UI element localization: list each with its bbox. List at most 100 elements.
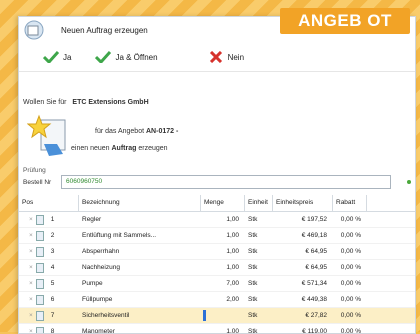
menge-cell: 7,00 [201,276,245,291]
document-icon [36,215,44,225]
prompt-prefix: Wollen Sie für [23,99,66,106]
table-row[interactable]: ×1Regler1,00Stk€ 197,520,00 % [19,212,415,228]
pos-cell: ×1 [19,212,79,227]
document-icon [36,263,44,273]
remove-icon[interactable]: × [29,276,33,291]
prompt-customer-line: Wollen Sie für ETC Extensions GmbH [23,99,149,106]
status-dot [407,180,411,184]
rabatt-cell: 0,00 % [333,308,367,323]
menge-cell: 1,00 [201,324,245,334]
app-icon [23,20,45,40]
bezeichnung-cell: Entlüftung mit Sammels... [79,228,201,243]
ja-oeffnen-label: Ja & Öffnen [115,53,157,62]
ja-oeffnen-button[interactable]: Ja & Öffnen [95,51,157,63]
nein-button[interactable]: Nein [208,51,244,63]
table-row[interactable]: ×5Pumpe7,00Stk€ 571,340,00 % [19,276,415,292]
bestell-label: Bestell Nr [23,179,51,186]
close-icon [208,51,224,63]
table-row[interactable]: ×7Sicherheitsventil Stk€ 27,820,00 % [19,308,415,324]
auftrag-prefix: einen neuen [71,145,110,152]
einheitspreis-cell: € 469,18 [273,228,333,243]
remove-icon[interactable]: × [29,292,33,307]
pos-cell: ×3 [19,244,79,259]
bezeichnung-cell: Sicherheitsventil [79,308,201,323]
bezeichnung-cell: Füllpumpe [79,292,201,307]
einheitspreis-cell: € 27,82 [273,308,333,323]
table-row[interactable]: ×3Absperrhahn1,00Stk€ 64,950,00 % [19,244,415,260]
pruefung-label: Prüfung [23,167,46,174]
document-icon [36,295,44,305]
col-einheit[interactable]: Einheit [245,195,273,211]
positions-table: Pos Bezeichnung Menge Einheit Einheitspr… [19,195,415,334]
auftrag-suffix: erzeugen [138,145,167,152]
remove-icon[interactable]: × [29,212,33,227]
col-menge[interactable]: Menge [201,195,245,211]
bezeichnung-cell: Pumpe [79,276,201,291]
document-icon [36,311,44,321]
table-row[interactable]: × 4 Nachheizung1,00Stk€ 64,950,00 % [19,260,415,276]
table-header: Pos Bezeichnung Menge Einheit Einheitspr… [19,195,415,212]
check-icon [43,51,59,63]
remove-icon[interactable]: × [29,244,33,259]
rabatt-cell: 0,00 % [333,292,367,307]
menge-cell: 2,00 [201,292,245,307]
bezeichnung-cell: Nachheizung [79,260,201,275]
angebot-badge: ANGEB OT [280,8,410,34]
einheitspreis-cell: € 64,95 [273,260,333,275]
auftrag-word: Auftrag [112,145,137,152]
remove-icon[interactable]: × [29,260,33,275]
einheit-cell: Stk [245,228,273,243]
document-icon [36,279,44,289]
customer-name: ETC Extensions GmbH [72,99,148,106]
menge-cell: 1,00 [201,212,245,227]
rabatt-cell: 0,00 % [333,260,367,275]
pos-number: 1 [51,212,55,227]
einheit-cell: Stk [245,260,273,275]
einheitspreis-cell: € 571,34 [273,276,333,291]
bestell-nr-input[interactable]: 6060960750 [61,175,391,189]
rabatt-cell: 0,00 % [333,276,367,291]
nein-label: Nein [228,53,244,62]
remove-icon[interactable]: × [29,228,33,243]
remove-icon[interactable]: × [29,324,33,334]
einheit-cell: Stk [245,212,273,227]
dialog-window: Neuen Auftrag erzeugen Ja Ja & Öffnen Ne… [18,16,416,334]
col-rabatt[interactable]: Rabatt [333,195,367,211]
menge-cell: 1,00 [201,228,245,243]
angebot-line: für das Angebot AN-0172 - [95,128,178,135]
bezeichnung-cell: Absperrhahn [79,244,201,259]
text-caret [203,310,206,321]
pos-cell: ×2 [19,228,79,243]
einheitspreis-cell: € 64,95 [273,244,333,259]
pos-number: 4 [51,260,55,275]
menge-cell: 1,00 [201,244,245,259]
pos-number: 3 [51,244,55,259]
bezeichnung-cell: Regler [79,212,201,227]
pos-cell: ×8 [19,324,79,334]
einheit-cell: Stk [245,308,273,323]
rabatt-cell: 0,00 % [333,228,367,243]
menge-input[interactable] [201,308,245,323]
pos-number: 6 [51,292,55,307]
pos-cell: ×7 [19,308,79,323]
window-title: Neuen Auftrag erzeugen [61,26,148,35]
menge-cell: 1,00 [201,260,245,275]
rabatt-cell: 0,00 % [333,212,367,227]
toolbar: Ja Ja & Öffnen Nein [19,43,415,72]
ja-button[interactable]: Ja [43,51,71,63]
table-row[interactable]: ×6Füllpumpe2,00Stk€ 449,380,00 % [19,292,415,308]
col-bezeichnung[interactable]: Bezeichnung [79,195,201,211]
remove-icon[interactable]: × [29,308,33,323]
col-pos[interactable]: Pos [19,195,79,211]
angebot-number: AN-0172 - [146,128,178,135]
einheit-cell: Stk [245,324,273,334]
check-icon [95,51,111,63]
table-row[interactable]: ×8Manometer1,00Stk€ 119,000,00 % [19,324,415,334]
table-row[interactable]: ×2Entlüftung mit Sammels...1,00Stk€ 469,… [19,228,415,244]
rabatt-cell: 0,00 % [333,324,367,334]
einheit-cell: Stk [245,292,273,307]
document-icon [36,327,44,334]
col-einheitspreis[interactable]: Einheitspreis [273,195,333,211]
einheit-cell: Stk [245,244,273,259]
einheitspreis-cell: € 119,00 [273,324,333,334]
